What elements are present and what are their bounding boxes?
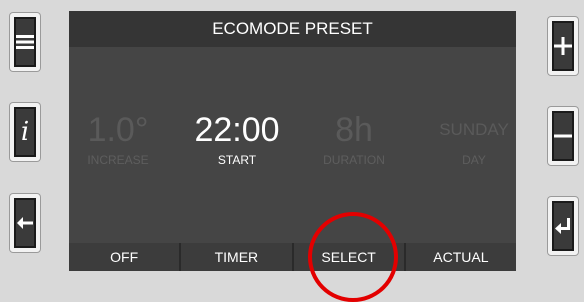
- param-increase[interactable]: 1.0° INCREASE: [63, 109, 173, 167]
- softkey-bar: OFF TIMER SELECT ACTUAL: [69, 243, 516, 271]
- screen-title: ECOMODE PRESET: [69, 11, 516, 47]
- param-value: SUNDAY: [439, 120, 509, 139]
- softkey-timer[interactable]: TIMER: [181, 243, 292, 271]
- param-start[interactable]: 22:00 START: [182, 109, 292, 167]
- softkey-off[interactable]: OFF: [69, 243, 180, 271]
- param-value: 8h: [335, 111, 373, 149]
- enter-button[interactable]: [547, 196, 579, 256]
- back-button[interactable]: [9, 193, 41, 253]
- plus-button[interactable]: [547, 16, 579, 76]
- plus-icon: [554, 37, 572, 55]
- menu-button[interactable]: [9, 12, 41, 72]
- info-button[interactable]: i: [9, 102, 41, 162]
- param-day[interactable]: SUNDAY DAY: [419, 109, 529, 167]
- minus-button[interactable]: [547, 106, 579, 166]
- param-label: DURATION: [323, 153, 385, 167]
- highlight-circle: [308, 212, 398, 302]
- param-duration[interactable]: 8h DURATION: [299, 109, 409, 167]
- param-label: INCREASE: [87, 153, 149, 167]
- param-value: 22:00: [194, 111, 280, 149]
- thermostat-display: ECOMODE PRESET 1.0° INCREASE 22:00 START…: [69, 11, 516, 271]
- param-label: START: [217, 153, 257, 167]
- param-label: DAY: [462, 153, 486, 167]
- param-value: 1.0°: [87, 111, 149, 149]
- minus-icon: [554, 134, 572, 138]
- softkey-actual[interactable]: ACTUAL: [405, 243, 516, 271]
- enter-icon: [555, 218, 570, 234]
- menu-icon: [16, 35, 34, 49]
- back-arrow-icon: [17, 217, 33, 229]
- info-icon: i: [20, 117, 30, 147]
